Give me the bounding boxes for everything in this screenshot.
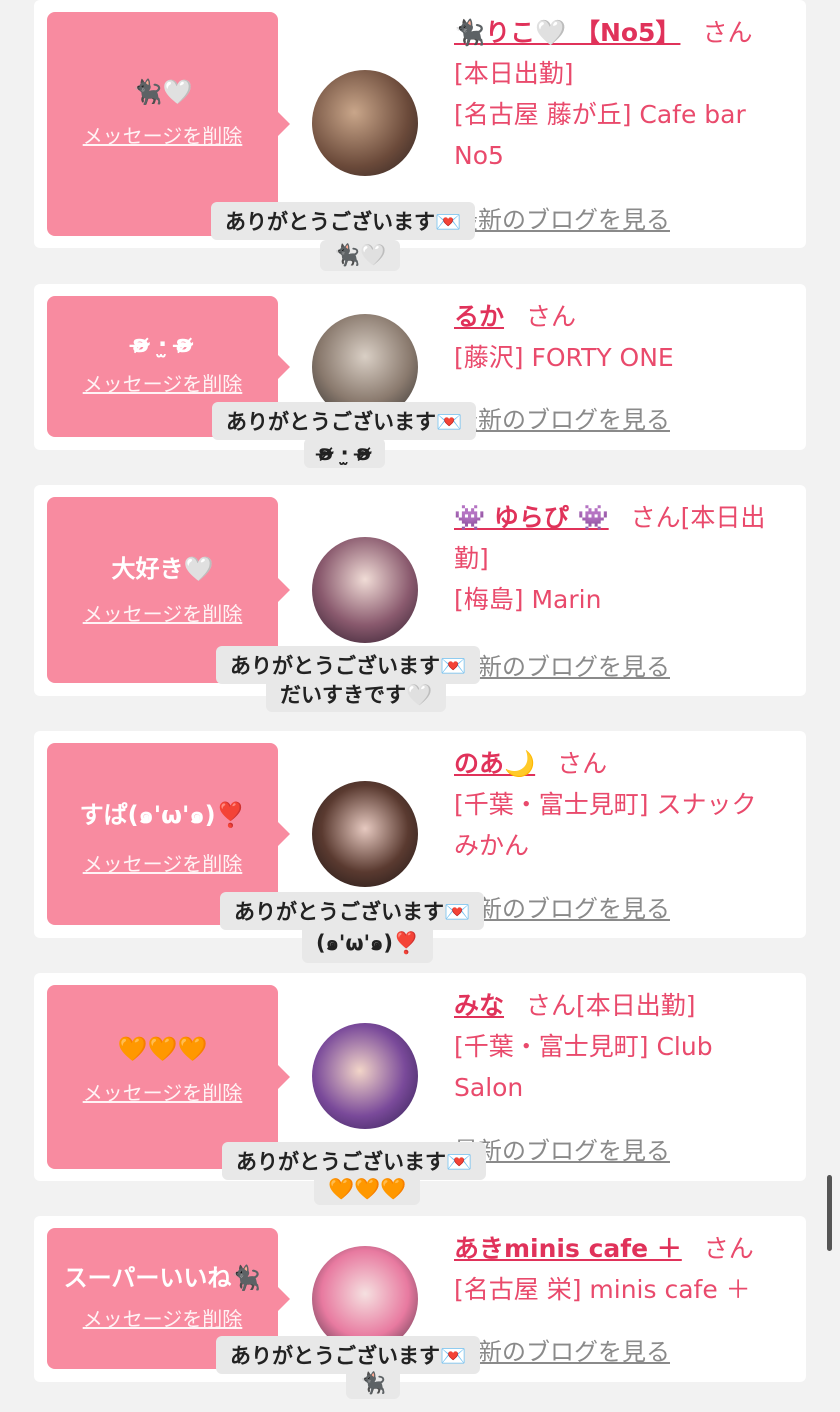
status-line: [本日出勤] <box>454 59 574 88</box>
shop-line-cont: みかん <box>454 831 530 860</box>
cast-info: 🐈‍⬛りこ🤍 【No5】 さん [本日出勤] [名古屋 藤が丘] Cafe bar… <box>454 12 794 176</box>
avatar[interactable] <box>312 781 418 887</box>
thanks-tooltip: ありがとうございます💌 <box>212 402 477 440</box>
delete-message-link[interactable]: メッセージを削除 <box>83 368 243 397</box>
cast-name-link[interactable]: みな <box>454 991 504 1020</box>
blog-link[interactable]: 最新のブログを見る <box>454 200 670 235</box>
cast-name-link[interactable]: のあ🌙 <box>454 749 535 778</box>
delete-message-link[interactable]: メッセージを削除 <box>83 848 243 877</box>
honorific: さん <box>702 18 753 47</box>
cast-name-link[interactable]: あきminis cafe ＋ <box>454 1234 682 1263</box>
cast-info: のあ🌙 さん [千葉・富士見町] スナック みかん <box>454 743 794 866</box>
shop-line: [千葉・富士見町] Club <box>454 1032 713 1061</box>
shop-line-cont: No5 <box>454 141 504 170</box>
blog-link[interactable]: 最新のブログを見る <box>454 400 670 435</box>
honorific: さん <box>703 1234 754 1263</box>
cast-name-link[interactable]: 🐈‍⬛りこ🤍 【No5】 <box>454 18 680 47</box>
cast-name-link[interactable]: るか <box>454 302 504 331</box>
shop-line: [千葉・富士見町] スナック <box>454 790 757 819</box>
avatar[interactable] <box>312 70 418 176</box>
blog-link[interactable]: 最新のブログを見る <box>454 889 670 924</box>
blog-link[interactable]: 最新のブログを見る <box>454 1332 670 1367</box>
message-text: すぱ(๑'ω'๑)❣️ <box>79 801 246 829</box>
cast-info: るか さん [藤沢] FORTY ONE <box>454 296 794 378</box>
thanks-tooltip-sub: (๑'ω'๑)❣️ <box>302 924 434 963</box>
shop-line: [藤沢] FORTY ONE <box>454 343 674 372</box>
cast-name-link[interactable]: 👾 ゆらぴ 👾 <box>454 503 609 532</box>
honorific: さん[本日出勤] <box>526 991 696 1020</box>
honorific: さん <box>557 749 608 778</box>
thanks-tooltip-sub: 🧡🧡🧡 <box>314 1174 421 1205</box>
scrollbar[interactable] <box>827 1175 832 1251</box>
message-text: スーパーいいね🐈‍⬛ <box>63 1264 262 1292</box>
honorific: さん[本日出 <box>630 503 766 532</box>
thanks-tooltip: ありがとうございます💌 <box>211 202 476 240</box>
honorific: さん <box>526 302 577 331</box>
message-text: 大好き🤍 <box>111 555 214 583</box>
message-text: 🐈‍⬛🤍 <box>132 78 193 106</box>
thanks-tooltip-sub: 🐈‍⬛ <box>346 1368 401 1399</box>
thanks-tooltip-sub: 🐈‍⬛🤍 <box>320 240 401 271</box>
cast-info: みな さん[本日出勤] [千葉・富士見町] Club Salon <box>454 985 794 1108</box>
cast-info: あきminis cafe ＋ さん [名古屋 栄] minis cafe ＋ <box>454 1228 794 1310</box>
blog-link[interactable]: 最新のブログを見る <box>454 647 670 682</box>
shop-line: [梅島] Marin <box>454 585 602 614</box>
delete-message-link[interactable]: メッセージを削除 <box>83 1303 243 1332</box>
shop-line: [名古屋 栄] minis cafe ＋ <box>454 1275 751 1304</box>
avatar[interactable] <box>312 1023 418 1129</box>
status-line: 勤] <box>454 544 489 573</box>
thanks-tooltip-sub: だいすきです🤍 <box>266 676 447 712</box>
message-text: ʚ̴̶̷̷ ·̫ ʚ̴̶̷̷ <box>132 330 193 358</box>
shop-line-cont: Salon <box>454 1073 524 1102</box>
delete-message-link[interactable]: メッセージを削除 <box>83 120 243 149</box>
delete-message-link[interactable]: メッセージを削除 <box>83 1077 243 1106</box>
message-text: 🧡🧡🧡 <box>117 1035 208 1063</box>
delete-message-link[interactable]: メッセージを削除 <box>83 598 243 627</box>
cast-info: 👾 ゆらぴ 👾 さん[本日出 勤] [梅島] Marin <box>454 497 794 620</box>
blog-link[interactable]: 最新のブログを見る <box>454 1131 670 1166</box>
thanks-tooltip-sub: ʚ̴̶̷̷ ·̫ ʚ̴̶̷̷ <box>304 438 386 468</box>
shop-line: [名古屋 藤が丘] Cafe bar <box>454 100 746 129</box>
avatar[interactable] <box>312 537 418 643</box>
